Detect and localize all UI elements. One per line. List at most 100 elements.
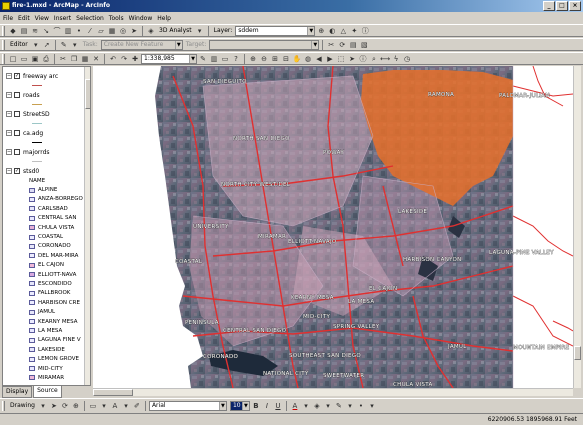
print-icon[interactable]: ⎙ bbox=[41, 54, 51, 64]
layer-visibility-checkbox[interactable] bbox=[14, 111, 20, 117]
zoom-out-icon[interactable]: ⊖ bbox=[259, 54, 269, 64]
paste-icon[interactable]: ▦ bbox=[80, 54, 90, 64]
legend-swatch[interactable] bbox=[29, 375, 35, 381]
legend-swatch[interactable] bbox=[29, 206, 35, 212]
font-size-dropdown[interactable]: 10 ▼ bbox=[229, 400, 250, 411]
legend-item[interactable]: MIRAMAR bbox=[3, 373, 84, 382]
menu-edit[interactable]: Edit bbox=[18, 15, 30, 22]
fixed-zoom-out-icon[interactable]: ⊟ bbox=[281, 54, 291, 64]
next-extent-icon[interactable]: ▶ bbox=[325, 54, 335, 64]
legend-swatch[interactable] bbox=[29, 356, 35, 362]
map-display[interactable]: PALOMAR-JULIAN RAMONA SAN DIEGUITO NORTH SA… bbox=[93, 66, 573, 388]
minimize-button[interactable]: _ bbox=[543, 1, 555, 11]
collapse-icon[interactable]: − bbox=[6, 149, 12, 155]
legend-item[interactable]: CARLSBAD bbox=[3, 204, 84, 213]
drawing-menu[interactable]: Drawing bbox=[8, 402, 37, 409]
toc-scrollbar[interactable] bbox=[84, 67, 90, 385]
menu-insert[interactable]: Insert bbox=[54, 15, 71, 22]
chevron-down-icon[interactable]: ▾ bbox=[31, 40, 41, 50]
arcscene-icon[interactable]: ▦ bbox=[107, 26, 117, 36]
pan-hand-icon[interactable]: ✋ bbox=[292, 54, 302, 64]
surface-icon[interactable]: ▤ bbox=[19, 26, 29, 36]
legend-swatch[interactable] bbox=[29, 309, 35, 315]
undo-icon[interactable]: ↶ bbox=[108, 54, 118, 64]
edit-arrow-icon[interactable]: ➚ bbox=[42, 40, 52, 50]
toc-scroll-thumb[interactable] bbox=[85, 79, 90, 109]
layer-name[interactable]: freeway arc bbox=[23, 73, 58, 80]
copy-icon[interactable]: ❐ bbox=[69, 54, 79, 64]
legend-swatch[interactable] bbox=[29, 319, 35, 325]
toc-layer-freeway-arc[interactable]: − ✓ freeway arc bbox=[3, 71, 84, 81]
chevron-down-icon[interactable]: ▾ bbox=[38, 401, 48, 411]
legend-item[interactable]: CHULA VISTA bbox=[3, 223, 84, 232]
layer-name[interactable]: ca.adg bbox=[23, 130, 43, 137]
cut-icon[interactable]: ✂ bbox=[58, 54, 68, 64]
sketch-properties-icon[interactable]: ▧ bbox=[359, 40, 369, 50]
legend-item[interactable]: EL CAJON bbox=[3, 261, 84, 270]
toc-layer-ca-adg[interactable]: − ca.adg bbox=[3, 128, 84, 138]
zoom-whole-page-icon[interactable]: ⊕ bbox=[71, 401, 81, 411]
chevron-down-icon[interactable]: ▼ bbox=[174, 40, 182, 49]
legend-swatch[interactable] bbox=[29, 281, 35, 287]
profile-icon[interactable]: ▥ bbox=[63, 26, 73, 36]
toc-layer-roads[interactable]: − roads bbox=[3, 90, 84, 100]
contour-tool-icon[interactable]: ⊕ bbox=[316, 26, 326, 36]
help-pointer-icon[interactable]: ? bbox=[231, 54, 241, 64]
attributes-icon[interactable]: ▤ bbox=[348, 40, 358, 50]
hillshade-icon[interactable]: ◐ bbox=[327, 26, 337, 36]
interpolate-line-icon[interactable]: ⁄ bbox=[85, 26, 95, 36]
legend-swatch[interactable] bbox=[29, 328, 35, 334]
edit-vertices-icon[interactable]: ✐ bbox=[132, 401, 142, 411]
chevron-down-icon[interactable]: ▾ bbox=[367, 401, 377, 411]
map-hscroll-thumb[interactable] bbox=[93, 389, 133, 396]
sketch-tool-icon[interactable]: ✎ bbox=[59, 40, 69, 50]
toolbar-grip[interactable] bbox=[2, 39, 5, 50]
maximize-button[interactable]: □ bbox=[556, 1, 568, 11]
chevron-down-icon[interactable]: ▼ bbox=[189, 54, 196, 63]
legend-swatch[interactable] bbox=[29, 262, 35, 268]
toolbar-grip[interactable] bbox=[2, 400, 5, 411]
tab-source[interactable]: Source bbox=[33, 386, 62, 398]
rotate-tool-icon[interactable]: ⟳ bbox=[337, 40, 347, 50]
add-data-icon[interactable]: ✚ bbox=[130, 54, 140, 64]
steepest-path-icon[interactable]: ↘ bbox=[41, 26, 51, 36]
legend-item[interactable]: MID-CITY bbox=[3, 364, 84, 373]
line-of-sight-icon[interactable]: ⌒ bbox=[52, 26, 62, 36]
legend-item[interactable]: DEL MAR-MIRA bbox=[3, 251, 84, 260]
layer-name[interactable]: majorrds bbox=[23, 149, 50, 156]
toc-layer-streetsd[interactable]: − StreetSD bbox=[3, 109, 84, 119]
map-horizontal-scrollbar[interactable] bbox=[93, 388, 573, 396]
italic-button[interactable]: I bbox=[262, 401, 272, 411]
contour-icon[interactable]: ≋ bbox=[30, 26, 40, 36]
legend-item[interactable]: LA MESA bbox=[3, 326, 84, 335]
globe-icon[interactable]: ◎ bbox=[118, 26, 128, 36]
time-slider-icon[interactable]: ◷ bbox=[402, 54, 412, 64]
map-canvas[interactable]: PALOMAR-JULIAN RAMONA SAN DIEGUITO NORTH SA… bbox=[93, 66, 573, 388]
measure-icon[interactable]: ⟷ bbox=[380, 54, 390, 64]
legend-item[interactable]: KEARNY MESA bbox=[3, 317, 84, 326]
chevron-down-icon[interactable]: ▾ bbox=[323, 401, 333, 411]
menu-help[interactable]: Help bbox=[157, 15, 171, 22]
identify-icon[interactable]: ⓘ bbox=[358, 54, 368, 64]
fill-color-icon[interactable]: ◈ bbox=[312, 401, 322, 411]
text-tool-icon[interactable]: A bbox=[110, 401, 120, 411]
sample-icon[interactable]: ✦ bbox=[349, 26, 359, 36]
collapse-icon[interactable]: − bbox=[6, 92, 12, 98]
menu-file[interactable]: File bbox=[3, 15, 13, 22]
legend-swatch[interactable] bbox=[29, 347, 35, 353]
find-icon[interactable]: ⌕ bbox=[369, 54, 379, 64]
toc-layer-stsd0[interactable]: − ✓ stsd0 bbox=[3, 166, 84, 176]
legend-swatch[interactable] bbox=[29, 215, 35, 221]
marker-color-icon[interactable]: • bbox=[356, 401, 366, 411]
layer-name[interactable]: stsd0 bbox=[23, 168, 39, 175]
open-folder-icon[interactable]: ▭ bbox=[19, 54, 29, 64]
split-tool-icon[interactable]: ✂ bbox=[326, 40, 336, 50]
chevron-down-icon[interactable]: ▾ bbox=[99, 401, 109, 411]
legend-swatch[interactable] bbox=[29, 272, 35, 278]
legend-swatch[interactable] bbox=[29, 337, 35, 343]
legend-swatch[interactable] bbox=[29, 300, 35, 306]
chevron-down-icon[interactable]: ▼ bbox=[241, 401, 249, 410]
collapse-icon[interactable]: − bbox=[6, 130, 12, 136]
legend-item[interactable]: FALLBROOK bbox=[3, 289, 84, 298]
delete-icon[interactable]: ✕ bbox=[91, 54, 101, 64]
